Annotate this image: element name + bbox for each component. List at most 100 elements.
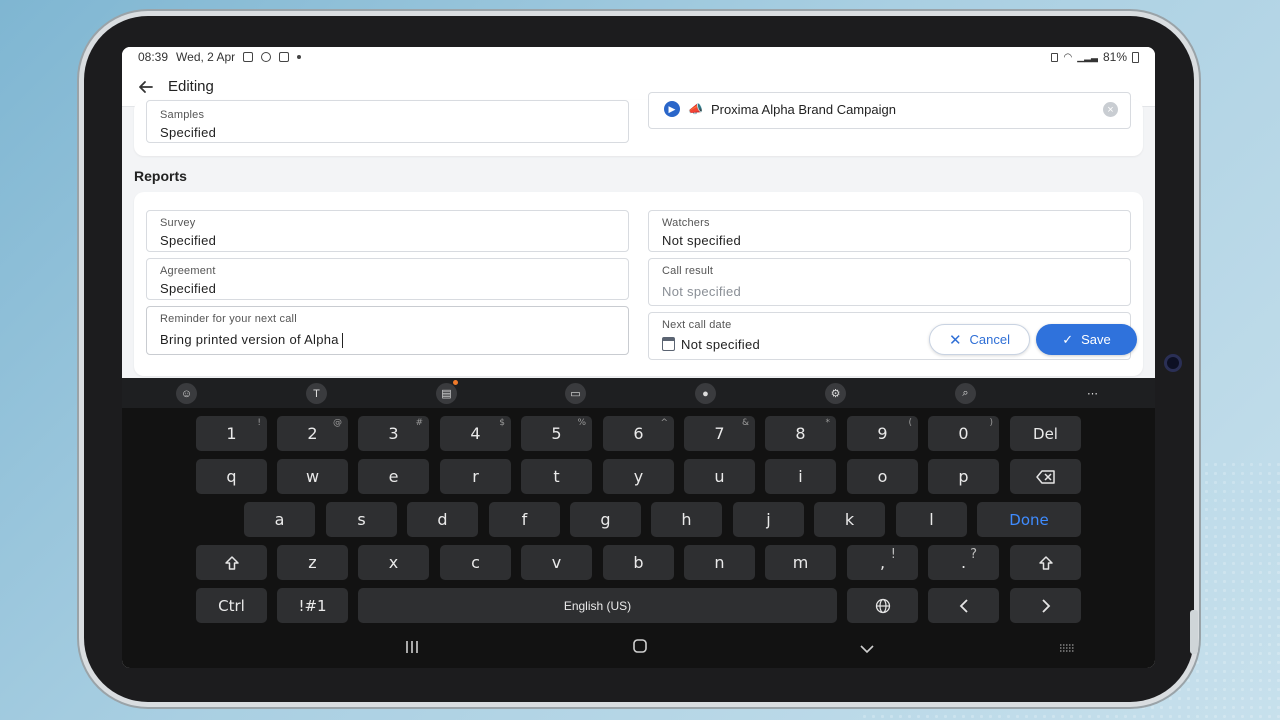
next-call-date-value: Not specified <box>681 337 761 352</box>
arrow-left-icon[interactable] <box>134 75 158 99</box>
clear-icon[interactable]: × <box>1103 102 1118 117</box>
key-l[interactable]: l <box>896 502 967 537</box>
key-n[interactable]: n <box>684 545 755 580</box>
key-sup: ! <box>890 547 896 562</box>
key-z[interactable]: z <box>277 545 348 580</box>
key-r[interactable]: r <box>440 459 511 494</box>
chevron-right-icon <box>1041 598 1050 613</box>
mode-icon[interactable]: ▭ <box>565 383 586 404</box>
cursor-right-key[interactable] <box>1010 588 1081 623</box>
key-sup: ) <box>989 418 993 428</box>
survey-field[interactable]: Survey Specified <box>146 210 629 252</box>
key-b[interactable]: b <box>603 545 674 580</box>
save-label: Save <box>1081 332 1111 347</box>
key-t[interactable]: t <box>521 459 592 494</box>
key-q[interactable]: q <box>196 459 267 494</box>
key-g[interactable]: g <box>570 502 641 537</box>
key-2[interactable]: 2 @ <box>277 416 348 451</box>
cancel-button[interactable]: ✕ Cancel <box>929 324 1030 355</box>
key-comma[interactable]: ,! <box>847 545 918 580</box>
key-0[interactable]: 0) <box>928 416 999 451</box>
notification-icon <box>243 52 254 62</box>
samples-field[interactable]: Samples Specified <box>146 100 629 143</box>
symbols-key[interactable]: !#1 <box>277 588 348 623</box>
language-key[interactable] <box>847 588 918 623</box>
call-result-field[interactable]: Call result Not specified <box>648 258 1131 306</box>
chevron-left-icon <box>959 598 968 613</box>
settings-icon[interactable]: ⚙ <box>825 383 846 404</box>
key-v[interactable]: v <box>521 545 592 580</box>
cancel-label: Cancel <box>969 332 1011 347</box>
agreement-value: Specified <box>160 281 217 296</box>
reports-section-title: Reports <box>134 168 187 184</box>
key-u[interactable]: u <box>684 459 755 494</box>
key-a[interactable]: a <box>244 502 315 537</box>
key-sup: ( <box>908 418 912 428</box>
key-9[interactable]: 9( <box>847 416 918 451</box>
key-label: 1 <box>226 424 237 443</box>
key-i[interactable]: i <box>765 459 836 494</box>
key-label: 5 <box>551 424 562 443</box>
mic-icon[interactable]: ● <box>695 383 716 404</box>
more-icon[interactable]: ⋯ <box>1082 383 1103 404</box>
watchers-field[interactable]: Watchers Not specified <box>648 210 1131 252</box>
reminder-input[interactable]: Bring printed version of Alpha <box>160 332 339 347</box>
key-label: , <box>879 553 886 572</box>
space-key[interactable]: English (US) <box>358 588 837 623</box>
key-1[interactable]: 1! <box>196 416 267 451</box>
key-6[interactable]: 6 ^ <box>603 416 674 451</box>
keyboard-hide-icon[interactable] <box>860 641 874 659</box>
reminder-field[interactable]: Reminder for your next call Bring printe… <box>146 306 629 355</box>
key-sup: ^ <box>660 418 668 428</box>
backspace-key[interactable] <box>1010 459 1081 494</box>
key-s[interactable]: s <box>326 502 397 537</box>
key-4[interactable]: 4 $ <box>440 416 511 451</box>
agreement-field[interactable]: Agreement Specified <box>146 258 629 300</box>
campaign-field[interactable]: ▶ 📣 Proxima Alpha Brand Campaign × <box>648 92 1131 129</box>
key-w[interactable]: w <box>277 459 348 494</box>
handwriting-icon[interactable]: T <box>306 383 327 404</box>
call-result-label: Call result <box>662 265 714 277</box>
key-3[interactable]: 3 # <box>358 416 429 451</box>
more-notifications-icon <box>297 55 302 59</box>
calendar-notification-icon <box>279 52 290 62</box>
screen: 08:39 Wed, 2 Apr ◠ ▁▂▃ 81% Editing Sampl… <box>122 47 1155 668</box>
key-8[interactable]: 8 * <box>765 416 836 451</box>
key-e[interactable]: e <box>358 459 429 494</box>
key-period[interactable]: .? <box>928 545 999 580</box>
backspace-icon <box>1035 469 1055 484</box>
key-k[interactable]: k <box>814 502 885 537</box>
delete-key[interactable]: Del <box>1010 416 1081 451</box>
recents-icon[interactable] <box>405 640 419 658</box>
key-c[interactable]: c <box>440 545 511 580</box>
key-j[interactable]: j <box>733 502 804 537</box>
key-o[interactable]: o <box>847 459 918 494</box>
keyboard-switch-icon[interactable] <box>1059 641 1075 659</box>
key-y[interactable]: y <box>603 459 674 494</box>
home-icon[interactable] <box>633 639 647 658</box>
key-p[interactable]: p <box>928 459 999 494</box>
calendar-icon <box>662 337 675 351</box>
key-label: 0 <box>958 424 969 443</box>
key-5[interactable]: 5% <box>521 416 592 451</box>
clipboard-icon[interactable]: ▤ <box>436 383 457 404</box>
ctrl-key[interactable]: Ctrl <box>196 588 267 623</box>
cursor-left-key[interactable] <box>928 588 999 623</box>
key-h[interactable]: h <box>651 502 722 537</box>
shift-key-right[interactable] <box>1010 545 1081 580</box>
done-key[interactable]: Done <box>977 502 1081 537</box>
emoji-icon[interactable]: ☺ <box>176 383 197 404</box>
key-m[interactable]: m <box>765 545 836 580</box>
call-result-value: Not specified <box>662 284 742 299</box>
key-x[interactable]: x <box>358 545 429 580</box>
key-7[interactable]: 7 & <box>684 416 755 451</box>
save-button[interactable]: ✓ Save <box>1036 324 1137 355</box>
shift-key-left[interactable] <box>196 545 267 580</box>
key-f[interactable]: f <box>489 502 560 537</box>
navigation-bar <box>122 628 1155 668</box>
search-icon[interactable]: ⌕ <box>955 383 976 404</box>
key-d[interactable]: d <box>407 502 478 537</box>
battery-level: 81% <box>1102 50 1127 64</box>
campaign-chip: ▶ 📣 Proxima Alpha Brand Campaign <box>664 101 896 117</box>
samples-value: Specified <box>160 125 217 140</box>
